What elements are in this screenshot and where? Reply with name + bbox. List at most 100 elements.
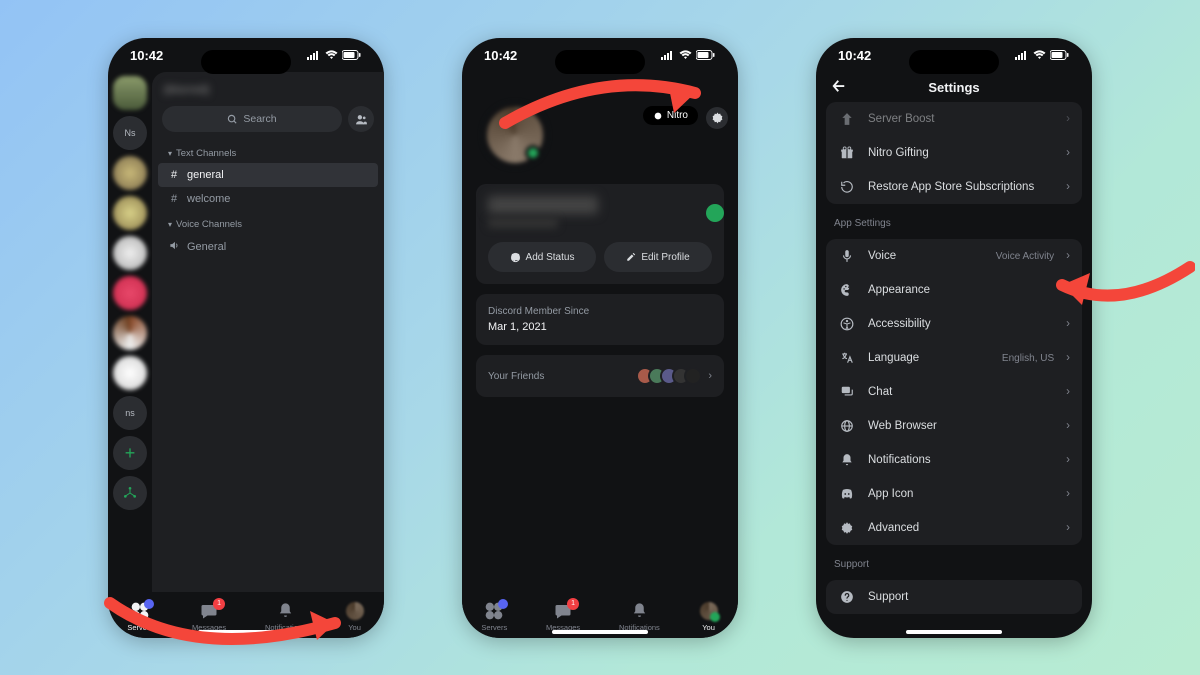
gear-icon — [838, 521, 856, 535]
member-since-value: Mar 1, 2021 — [488, 321, 712, 333]
tab-messages[interactable]: 1 Messages — [546, 601, 580, 632]
server-icon[interactable] — [113, 156, 147, 190]
tab-messages[interactable]: 1 Messages — [192, 601, 226, 632]
tab-you[interactable]: You — [345, 601, 365, 632]
settings-row-browser[interactable]: Web Browser › — [826, 409, 1082, 443]
chevron-right-icon: › — [1066, 488, 1070, 500]
notch — [909, 50, 999, 74]
restore-icon — [838, 180, 856, 194]
friend-avatars — [636, 367, 702, 385]
search-input[interactable]: Search — [162, 106, 342, 132]
your-friends-row[interactable]: Your Friends › — [476, 355, 724, 397]
hash-icon: # — [168, 169, 180, 181]
member-since-card: Discord Member Since Mar 1, 2021 — [476, 294, 724, 345]
tab-servers[interactable]: Servers — [481, 601, 507, 632]
settings-header: Settings — [816, 72, 1092, 102]
server-icon[interactable]: Ns — [113, 116, 147, 150]
support-section-label: Support — [824, 549, 1084, 576]
chevron-right-icon: › — [1066, 147, 1070, 159]
app-settings-group: Voice Voice Activity › Appearance › Acce… — [826, 239, 1082, 545]
server-icon[interactable] — [113, 356, 147, 390]
username — [488, 196, 598, 214]
user-avatar[interactable] — [482, 102, 548, 168]
chevron-right-icon: › — [1066, 454, 1070, 466]
chevron-right-icon: › — [1066, 318, 1070, 330]
status-time: 10:42 — [838, 48, 871, 63]
home-indicator — [906, 630, 1002, 634]
app-settings-label: App Settings — [824, 208, 1084, 235]
members-button[interactable] — [348, 106, 374, 132]
notch — [555, 50, 645, 74]
channel-list: (blurred) Search ▾Text Channels # genera… — [152, 72, 384, 592]
discover-button[interactable] — [113, 476, 147, 510]
server-list[interactable]: Ns ns + — [108, 72, 152, 592]
settings-row-voice[interactable]: Voice Voice Activity › — [826, 239, 1082, 273]
server-icon[interactable] — [113, 196, 147, 230]
settings-row-app-icon[interactable]: App Icon › — [826, 477, 1082, 511]
server-icon[interactable] — [113, 316, 147, 350]
voice-channel-general[interactable]: General — [158, 234, 378, 260]
phone-screen-1: 10:42 Ns ns + (blurred) — [108, 38, 384, 638]
support-group: Support — [826, 580, 1082, 614]
settings-row-restore[interactable]: Restore App Store Subscriptions › — [826, 170, 1082, 204]
chevron-right-icon: › — [1066, 181, 1070, 193]
tab-servers[interactable]: Servers — [127, 601, 153, 632]
settings-row-server-boost[interactable]: Server Boost › — [826, 102, 1082, 136]
globe-icon — [838, 419, 856, 433]
add-server-button[interactable]: + — [113, 436, 147, 470]
back-button[interactable] — [830, 77, 848, 98]
nitro-badge[interactable]: Nitro — [643, 106, 698, 125]
edit-profile-button[interactable]: Edit Profile — [604, 242, 712, 272]
chat-icon — [838, 385, 856, 399]
settings-row-language[interactable]: Language English, US › — [826, 341, 1082, 375]
phone-screen-2: 10:42 Nitro Add Status — [462, 38, 738, 638]
discord-icon — [838, 487, 856, 501]
tab-notifications[interactable]: Notifications — [619, 601, 660, 632]
gift-icon — [838, 146, 856, 160]
your-friends-label: Your Friends — [488, 371, 544, 382]
status-time: 10:42 — [484, 48, 517, 63]
server-icon[interactable] — [113, 236, 147, 270]
hash-icon: # — [168, 193, 180, 205]
chevron-right-icon: › — [1066, 113, 1070, 125]
channel-welcome[interactable]: # welcome — [158, 187, 378, 211]
settings-row-accessibility[interactable]: Accessibility › — [826, 307, 1082, 341]
settings-row-advanced[interactable]: Advanced › — [826, 511, 1082, 545]
settings-row-nitro-gifting[interactable]: Nitro Gifting › — [826, 136, 1082, 170]
settings-gear-button[interactable] — [706, 107, 728, 129]
chevron-right-icon: › — [708, 370, 712, 382]
channel-general[interactable]: # general — [158, 163, 378, 187]
search-placeholder: Search — [243, 113, 276, 125]
server-icon[interactable] — [113, 276, 147, 310]
status-icons — [1015, 50, 1070, 60]
chevron-right-icon: › — [1066, 522, 1070, 534]
text-channels-header[interactable]: ▾Text Channels — [158, 140, 378, 163]
settings-row-support[interactable]: Support — [826, 580, 1082, 614]
notch — [201, 50, 291, 74]
billing-group: Server Boost › Nitro Gifting › Restore A… — [826, 102, 1082, 204]
settings-row-appearance[interactable]: Appearance › — [826, 273, 1082, 307]
status-icons — [307, 50, 362, 60]
mic-icon — [838, 249, 856, 263]
chevron-right-icon: › — [1066, 250, 1070, 262]
server-icon[interactable]: ns — [113, 396, 147, 430]
add-status-button[interactable]: Add Status — [488, 242, 596, 272]
status-icons — [661, 50, 716, 60]
help-icon — [838, 590, 856, 604]
settings-row-notifications[interactable]: Notifications › — [826, 443, 1082, 477]
voice-channels-header[interactable]: ▾Voice Channels — [158, 211, 378, 234]
chevron-right-icon: › — [1066, 386, 1070, 398]
server-icon[interactable] — [113, 76, 147, 110]
boost-icon — [838, 112, 856, 126]
tab-you[interactable]: You — [699, 601, 719, 632]
chevron-right-icon: › — [1066, 352, 1070, 364]
server-name: (blurred) — [164, 84, 209, 96]
settings-row-chat[interactable]: Chat › — [826, 375, 1082, 409]
phone-screen-3: 10:42 Settings Server Boost › Nitro Gift… — [816, 38, 1092, 638]
bell-icon — [838, 453, 856, 467]
palette-icon — [838, 283, 856, 297]
speaker-icon — [168, 240, 180, 254]
page-title: Settings — [928, 80, 979, 95]
tab-notifications[interactable]: Notifications — [265, 601, 306, 632]
language-icon — [838, 351, 856, 365]
